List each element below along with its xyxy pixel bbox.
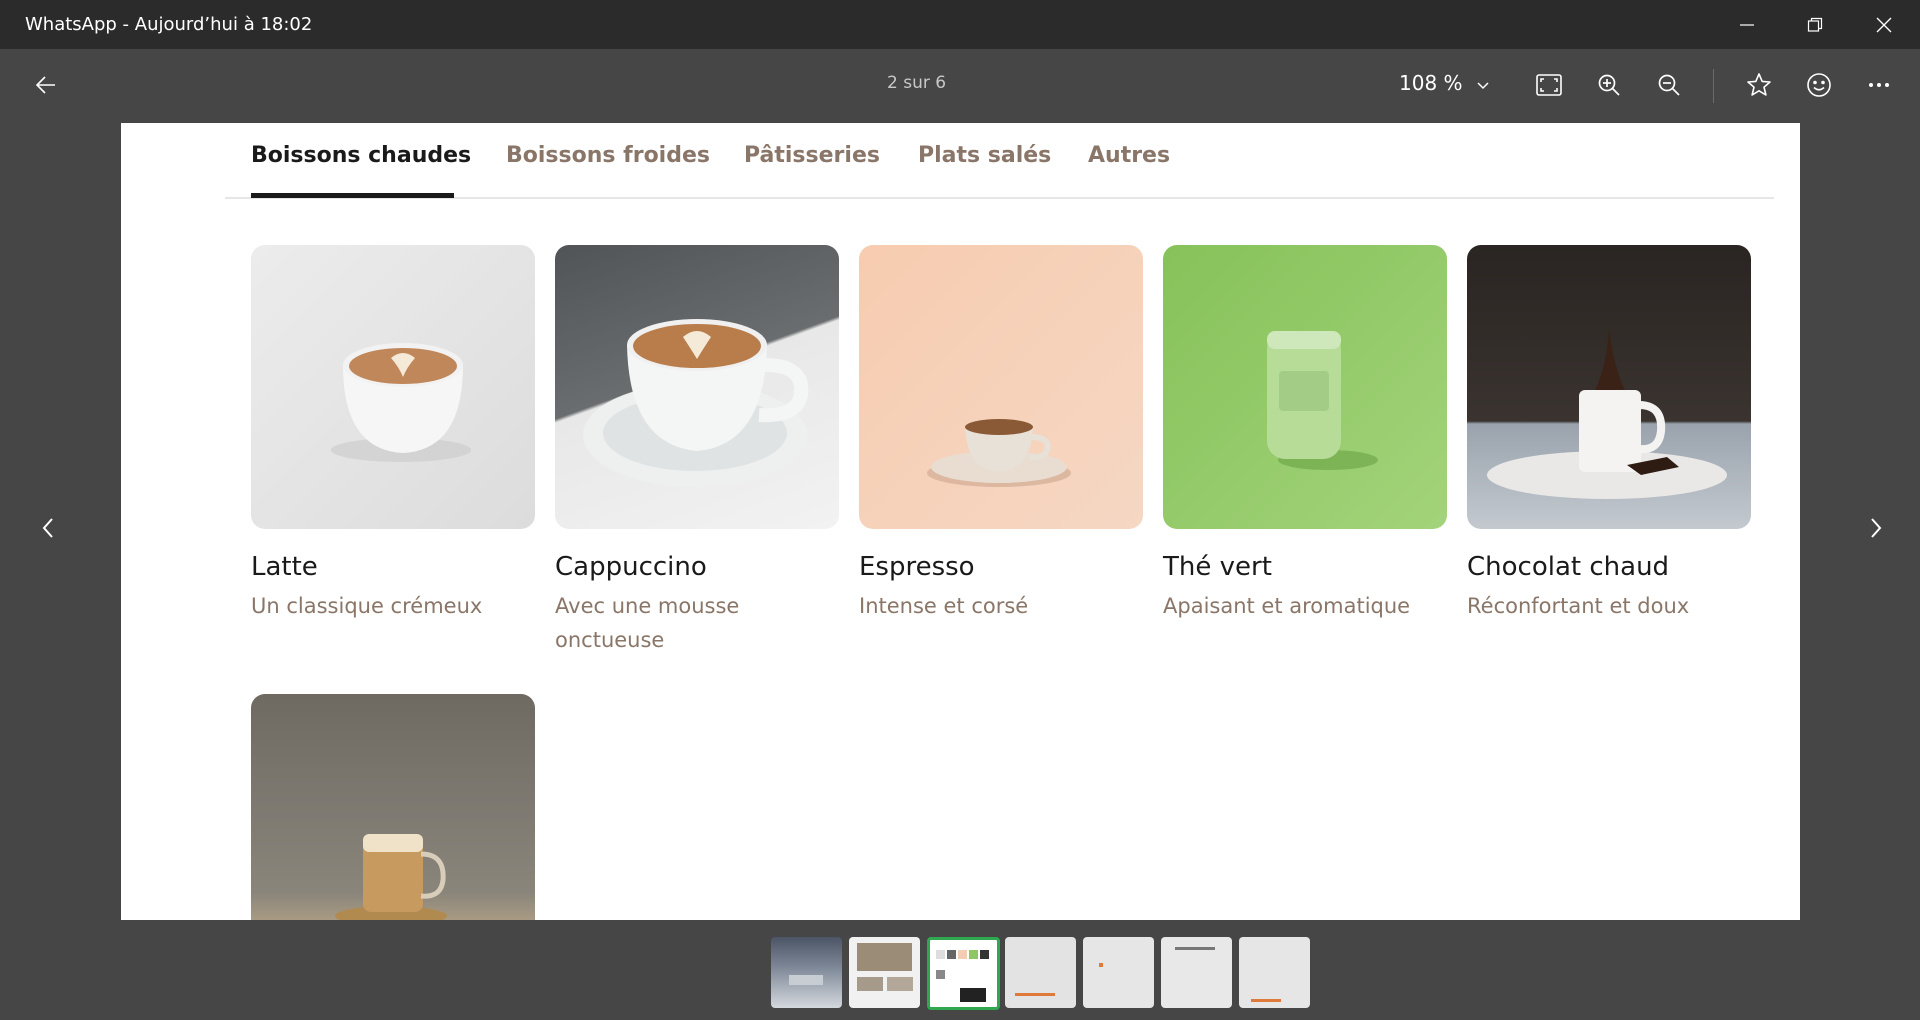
latte-glass-image — [251, 694, 535, 920]
tab-plats-sales: Plats salés — [918, 143, 1052, 168]
menu-item-description: Réconfortant et doux — [1467, 594, 1690, 618]
thumbnail-strip — [771, 937, 1311, 1010]
thumbnail-1[interactable] — [771, 937, 842, 1008]
menu-item-name: Latte — [251, 552, 318, 582]
fit-to-screen-button[interactable] — [1527, 63, 1571, 107]
chevron-down-icon — [1477, 82, 1489, 90]
fit-screen-icon — [1536, 74, 1562, 96]
emoji-icon — [1807, 73, 1831, 97]
menu-item-espresso: Espresso Intense et corsé — [859, 245, 1143, 618]
more-options-button[interactable] — [1857, 63, 1901, 107]
back-arrow-icon — [35, 76, 55, 94]
menu-item-description: Apaisant et aromatique — [1163, 594, 1411, 618]
zoom-out-icon — [1658, 74, 1680, 96]
menu-item-latte: Latte Un classique crémeux — [251, 245, 535, 618]
espresso-image — [859, 245, 1143, 529]
menu-item-chocolat-chaud: Chocolat chaud Réconfortant et doux — [1467, 245, 1751, 618]
image-viewport[interactable]: Boissons chaudes Boissons froides Pâtiss… — [121, 123, 1800, 920]
menu-item-the-vert: Thé vert Apaisant et aromatique — [1163, 245, 1447, 618]
zoom-level[interactable]: 108 % — [1399, 71, 1463, 95]
thumbnail-5[interactable] — [1083, 937, 1154, 1008]
restore-icon — [1807, 17, 1823, 32]
menu-item-cappuccino: Cappuccino Avec une mousse onctueuse — [555, 245, 839, 652]
react-button[interactable] — [1797, 63, 1841, 107]
more-icon — [1869, 83, 1889, 87]
star-icon — [1747, 73, 1771, 96]
thumbnail-3[interactable] — [927, 937, 1000, 1010]
chevron-right-icon — [1871, 518, 1882, 538]
zoom-out-button[interactable] — [1647, 63, 1691, 107]
minimize-icon — [1740, 23, 1754, 26]
thumbnail-4[interactable] — [1005, 937, 1076, 1008]
menu-item-name: Espresso — [859, 552, 975, 582]
tabs-divider — [225, 197, 1774, 199]
tab-boissons-froides: Boissons froides — [506, 143, 710, 168]
close-icon — [1876, 17, 1892, 32]
category-tabs: Boissons chaudes Boissons froides Pâtiss… — [121, 123, 1800, 199]
title-bar: WhatsApp - Aujourd’hui à 18:02 — [0, 0, 1920, 49]
menu-item-description: Intense et corsé — [859, 594, 1029, 618]
menu-item-name: Thé vert — [1163, 552, 1272, 582]
menu-item-description: Un classique crémeux — [251, 594, 483, 618]
window-title: WhatsApp - Aujourd’hui à 18:02 — [25, 14, 313, 35]
zoom-in-icon — [1598, 74, 1620, 96]
back-button[interactable] — [24, 63, 68, 107]
zoom-in-button[interactable] — [1587, 63, 1631, 107]
chocolat-chaud-image — [1467, 245, 1751, 529]
menu-item-6 — [251, 694, 535, 920]
the-vert-image — [1163, 245, 1447, 529]
viewer-toolbar: 2 sur 6 108 % — [0, 49, 1920, 121]
image-counter: 2 sur 6 — [887, 73, 947, 93]
restore-button[interactable] — [1781, 0, 1849, 49]
next-image-button[interactable] — [1856, 508, 1896, 548]
thumbnail-7[interactable] — [1239, 937, 1310, 1008]
tab-boissons-chaudes: Boissons chaudes — [251, 143, 472, 168]
star-button[interactable] — [1737, 63, 1781, 107]
thumbnail-6[interactable] — [1161, 937, 1232, 1008]
thumbnail-2[interactable] — [849, 937, 920, 1008]
zoom-dropdown-button[interactable] — [1461, 64, 1505, 108]
tab-autres: Autres — [1088, 143, 1171, 168]
close-button[interactable] — [1850, 0, 1918, 49]
tab-patisseries: Pâtisseries — [744, 143, 880, 168]
latte-image — [251, 245, 535, 529]
chevron-left-icon — [42, 518, 53, 538]
menu-item-name: Chocolat chaud — [1467, 552, 1670, 582]
previous-image-button[interactable] — [28, 508, 68, 548]
active-tab-indicator — [251, 193, 454, 198]
menu-item-description: Avec une mousse onctueuse — [555, 594, 740, 652]
toolbar-divider — [1713, 69, 1714, 103]
minimize-button[interactable] — [1713, 0, 1781, 49]
menu-item-name: Cappuccino — [555, 552, 707, 582]
cappuccino-image — [555, 245, 839, 529]
